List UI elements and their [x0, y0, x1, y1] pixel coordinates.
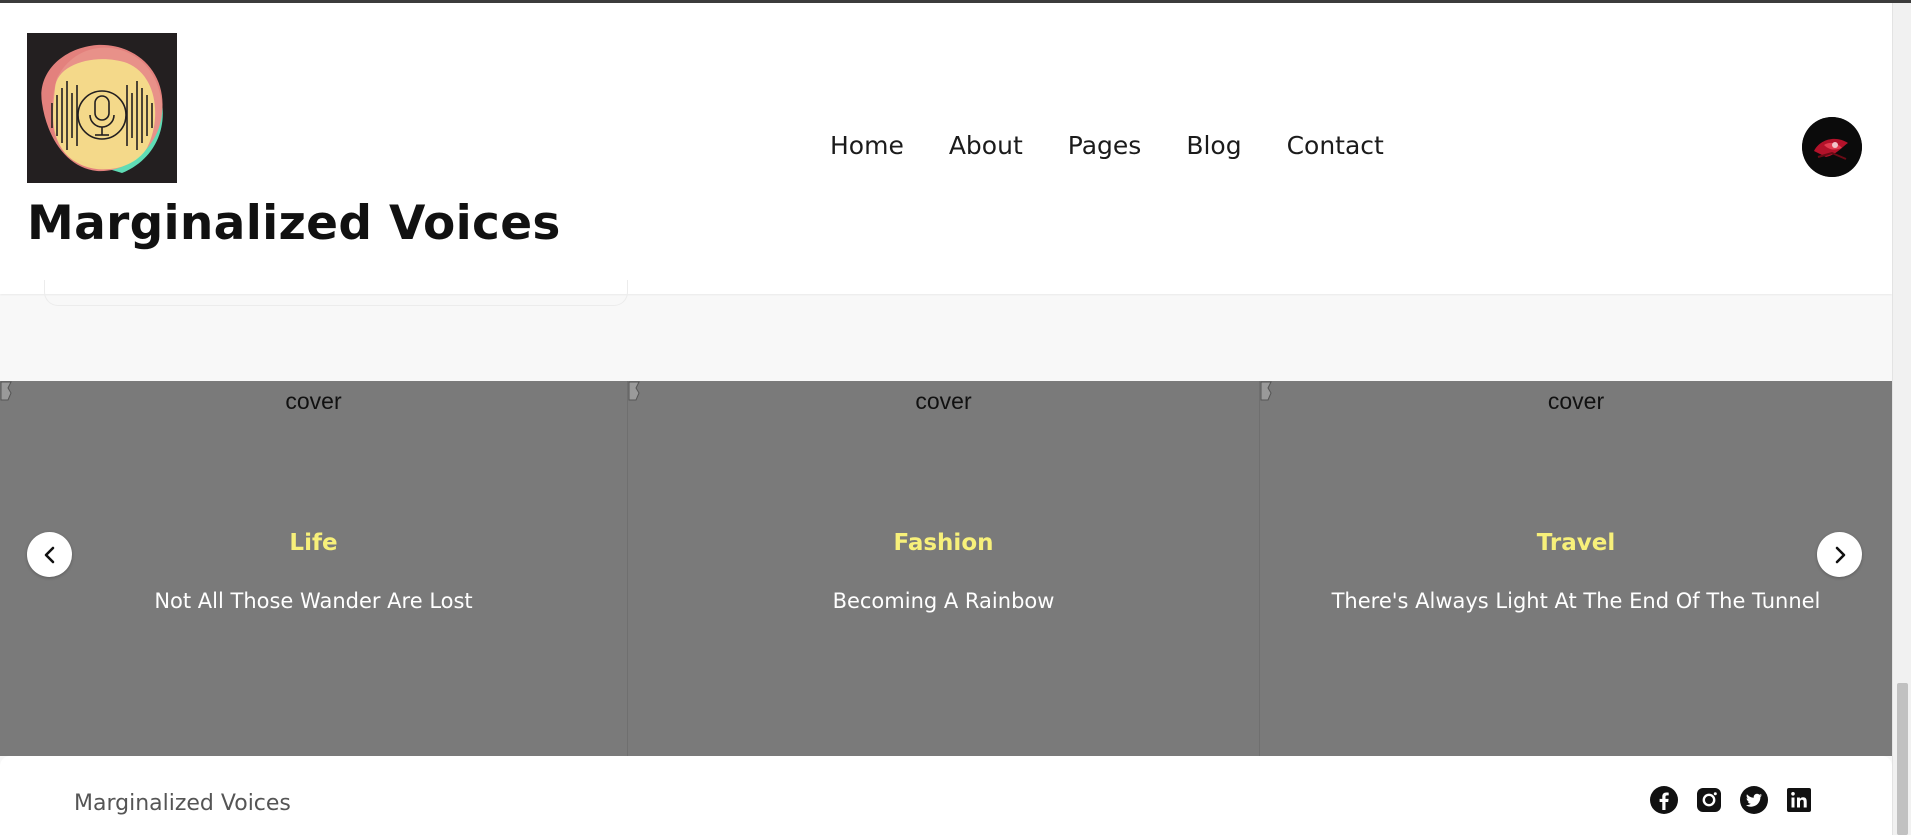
nav-item-blog[interactable]: Blog: [1186, 131, 1241, 160]
slide-title[interactable]: Becoming A Rainbow: [628, 589, 1259, 613]
cover-image-alt: cover: [915, 388, 972, 414]
scrollbar-thumb[interactable]: [1897, 683, 1908, 835]
nav-item-pages[interactable]: Pages: [1068, 131, 1142, 160]
twitter-icon[interactable]: [1739, 785, 1769, 815]
slide-category[interactable]: Life: [0, 530, 627, 556]
chevron-right-icon: [1835, 546, 1845, 563]
slide-card[interactable]: cover Life Not All Those Wander Are Lost: [0, 381, 628, 756]
featured-posts-slider: cover Life Not All Those Wander Are Lost…: [0, 381, 1892, 756]
slide-title[interactable]: Not All Those Wander Are Lost: [0, 589, 627, 613]
chevron-left-icon: [44, 546, 54, 563]
instagram-icon[interactable]: [1694, 785, 1724, 815]
page: Marginalized Voices Home About Pages Blo…: [0, 0, 1911, 835]
slide-card[interactable]: cover Travel There's Always Light At The…: [1260, 381, 1892, 756]
social-links: [1649, 785, 1814, 815]
facebook-icon[interactable]: [1649, 785, 1679, 815]
slide-title[interactable]: There's Always Light At The End Of The T…: [1260, 589, 1892, 613]
slide-category[interactable]: Travel: [1260, 530, 1892, 556]
site-footer: Marginalized Voices: [0, 756, 1892, 835]
linkedin-icon[interactable]: [1784, 785, 1814, 815]
nav-item-home[interactable]: Home: [830, 131, 904, 160]
main-nav: Home About Pages Blog Contact: [830, 131, 1384, 160]
slider-prev-button[interactable]: [27, 532, 72, 577]
microphone-logo-icon: [27, 33, 177, 183]
site-logo[interactable]: [27, 33, 177, 183]
nav-item-about[interactable]: About: [949, 131, 1023, 160]
slide-category[interactable]: Fashion: [628, 530, 1259, 556]
avatar-image: [1802, 117, 1862, 177]
page-scrollbar[interactable]: [1892, 3, 1911, 835]
footer-site-name: Marginalized Voices: [74, 791, 291, 816]
cover-image-alt: cover: [1547, 388, 1605, 414]
slider-next-button[interactable]: [1817, 532, 1862, 577]
cover-image-alt: cover: [285, 388, 342, 414]
user-avatar[interactable]: [1802, 117, 1862, 177]
slide-card[interactable]: cover Fashion Becoming A Rainbow: [628, 381, 1260, 756]
nav-item-contact[interactable]: Contact: [1287, 131, 1384, 160]
site-header: Marginalized Voices Home About Pages Blo…: [0, 3, 1892, 294]
hidden-search-panel-edge: [44, 280, 628, 306]
site-title[interactable]: Marginalized Voices: [27, 196, 561, 251]
